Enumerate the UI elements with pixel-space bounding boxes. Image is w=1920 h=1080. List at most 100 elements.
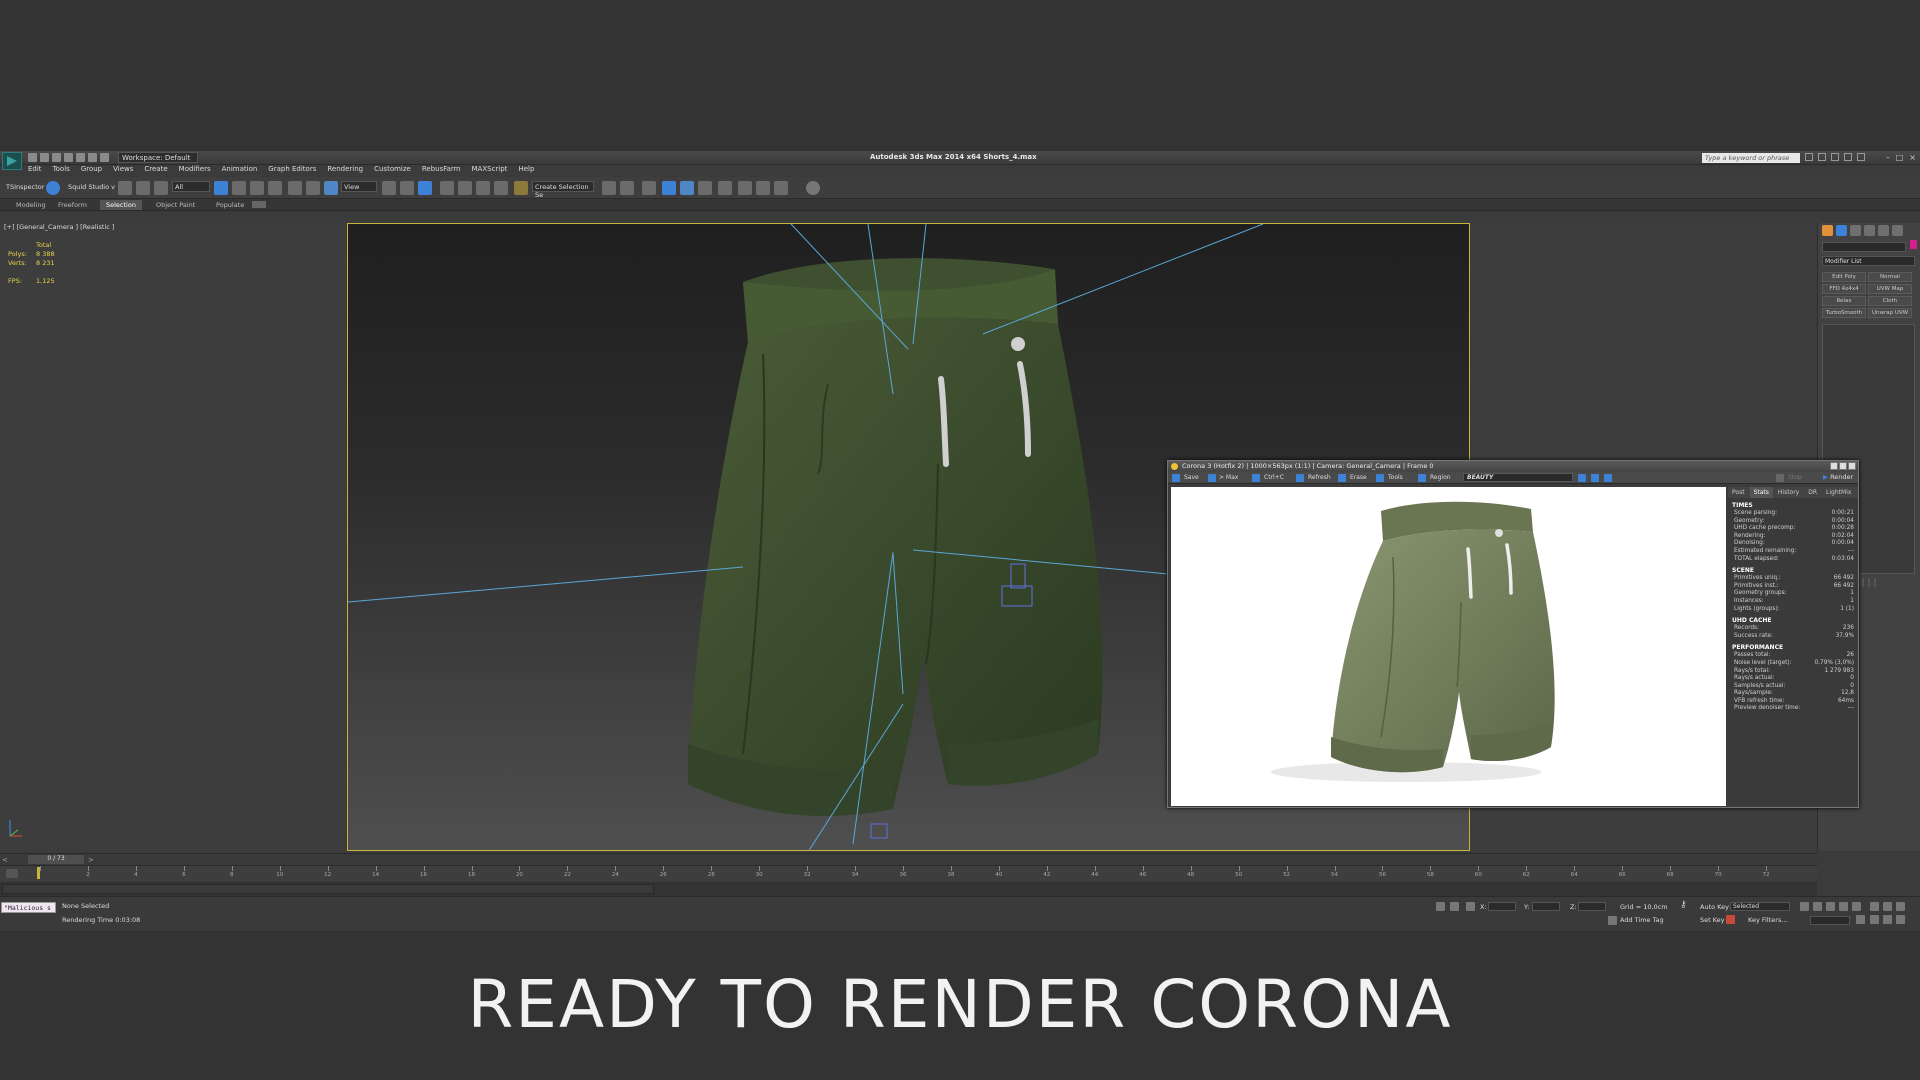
tab-stats[interactable]: Stats — [1749, 487, 1773, 498]
modifier-edit-poly-button[interactable]: Edit Poly — [1822, 272, 1866, 282]
minimize-button[interactable]: – — [1886, 153, 1890, 162]
project-folder-icon[interactable] — [100, 153, 109, 162]
menu-edit[interactable]: Edit — [28, 165, 42, 177]
curve-editor-icon[interactable] — [680, 181, 694, 195]
vfb-to-max-button[interactable]: > Max — [1219, 474, 1238, 481]
vfb-minimize-button[interactable] — [1830, 462, 1838, 470]
modifier-relax-button[interactable]: Relax — [1822, 296, 1866, 306]
add-time-tag-button[interactable]: Add Time Tag — [1620, 916, 1664, 924]
y-coord-field[interactable] — [1532, 902, 1560, 911]
refresh-icon[interactable] — [1296, 474, 1304, 482]
selection-lock-icon[interactable] — [1436, 902, 1445, 911]
render-teapot-icon[interactable] — [774, 181, 788, 195]
vfb-save-button[interactable]: Save — [1184, 474, 1199, 481]
erase-icon[interactable] — [1338, 474, 1346, 482]
redo-icon[interactable] — [76, 153, 85, 162]
rendered-frame-window-icon[interactable] — [756, 181, 770, 195]
object-color-swatch[interactable] — [1910, 240, 1917, 249]
pivot-center-icon[interactable] — [382, 181, 396, 195]
current-frame-field[interactable] — [1810, 916, 1850, 925]
play-icon[interactable] — [1826, 902, 1835, 911]
vfb-region-button[interactable]: Region — [1430, 474, 1451, 481]
zoom-in-icon[interactable] — [1578, 474, 1586, 482]
zoom-fit-icon[interactable] — [1604, 474, 1612, 482]
maxscript-listener[interactable]: "Malicious s — [1, 902, 56, 913]
modifier-ffd-button[interactable]: FFD 4x4x4 — [1822, 284, 1866, 294]
squid-studio-label[interactable]: Squid Studio v — [68, 183, 115, 191]
menu-modifiers[interactable]: Modifiers — [179, 165, 211, 177]
communication-icon[interactable] — [1831, 153, 1839, 161]
absolute-mode-icon[interactable] — [1466, 902, 1475, 911]
vfb-copy-button[interactable]: Ctrl+C — [1264, 474, 1284, 481]
hierarchy-tab-icon[interactable] — [1850, 225, 1861, 236]
next-frame-icon[interactable] — [1839, 902, 1848, 911]
mini-curve-editor-icon[interactable] — [6, 869, 18, 878]
slider-next-icon[interactable]: > — [88, 856, 94, 864]
plugin-globe-icon[interactable] — [46, 181, 60, 195]
pin-stack-icon[interactable] — [1862, 578, 1864, 587]
menu-tools[interactable]: Tools — [53, 165, 70, 177]
edit-named-selection-icon[interactable] — [514, 181, 528, 195]
viewport-label[interactable]: [+] [General_Camera ] [Realistic ] — [4, 223, 114, 231]
tab-object-paint[interactable]: Object Paint — [150, 200, 201, 210]
scale-icon[interactable] — [324, 181, 338, 195]
unlink-icon[interactable] — [136, 181, 150, 195]
slider-prev-icon[interactable]: < — [2, 856, 8, 864]
isolate-icon[interactable] — [1450, 902, 1459, 911]
tab-modeling[interactable]: Modeling — [10, 200, 52, 210]
save-file-icon[interactable] — [52, 153, 61, 162]
tab-lightmix[interactable]: LightMix — [1822, 487, 1855, 498]
window-crossing-icon[interactable] — [268, 181, 282, 195]
vfb-title-bar[interactable]: Corona 3 (Hotfix 2) | 1000×563px (1:1) |… — [1168, 461, 1858, 472]
zoom-out-icon[interactable] — [1591, 474, 1599, 482]
auto-key-button[interactable]: Auto Key — [1700, 903, 1729, 911]
stop-icon[interactable] — [1776, 474, 1784, 482]
tab-dr[interactable]: DR — [1804, 487, 1821, 498]
key-mode-dropdown[interactable]: Selected — [1730, 902, 1790, 911]
time-tag-icon[interactable] — [1608, 916, 1617, 925]
align-icon[interactable] — [620, 181, 634, 195]
app-logo-icon[interactable] — [2, 152, 22, 170]
tools-icon[interactable] — [1376, 474, 1384, 482]
vfb-refresh-button[interactable]: Refresh — [1308, 474, 1331, 481]
undo-icon[interactable] — [64, 153, 73, 162]
vfb-tools-button[interactable]: Tools — [1388, 474, 1403, 481]
binoculars-icon[interactable] — [1805, 153, 1813, 161]
select-by-name-icon[interactable] — [232, 181, 246, 195]
render-channel-dropdown[interactable]: BEAUTY — [1463, 473, 1573, 482]
named-selection-dropdown[interactable]: Create Selection Se — [532, 181, 594, 199]
menu-graph-editors[interactable]: Graph Editors — [268, 165, 316, 177]
z-coord-field[interactable] — [1578, 902, 1606, 911]
vfb-maximize-button[interactable] — [1839, 462, 1847, 470]
vfb-erase-button[interactable]: Erase — [1350, 474, 1367, 481]
rectangular-selection-icon[interactable] — [250, 181, 264, 195]
time-slider[interactable]: < 0 / 73 > — [0, 853, 1817, 865]
tab-freeform[interactable]: Freeform — [52, 200, 93, 210]
rendered-image[interactable] — [1171, 487, 1726, 806]
vfb-stop-button[interactable]: Stop — [1788, 474, 1802, 481]
menu-help[interactable]: Help — [518, 165, 534, 177]
tsinspector-label[interactable]: TSInspector — [6, 183, 44, 191]
tab-post[interactable]: Post — [1728, 487, 1749, 498]
schematic-view-icon[interactable] — [698, 181, 712, 195]
mirror-icon[interactable] — [602, 181, 616, 195]
frame-indicator[interactable]: 0 / 73 — [28, 855, 84, 864]
tab-populate[interactable]: Populate — [210, 200, 250, 210]
utilities-tab-icon[interactable] — [1892, 225, 1903, 236]
keyboard-shortcut-override-icon[interactable] — [418, 181, 432, 195]
layer-manager-icon[interactable] — [642, 181, 656, 195]
spinner-snap-icon[interactable] — [494, 181, 508, 195]
move-icon[interactable] — [288, 181, 302, 195]
camera-gizmo-icon[interactable] — [870, 823, 888, 839]
tab-history[interactable]: History — [1774, 487, 1803, 498]
select-object-icon[interactable] — [214, 181, 228, 195]
maximize-button[interactable]: □ — [1896, 153, 1904, 162]
menu-rebusfarm[interactable]: RebusFarm — [422, 165, 461, 177]
set-key-button[interactable]: Set Key — [1700, 916, 1725, 924]
time-config-icon[interactable] — [1856, 915, 1865, 924]
snaps-toggle-icon[interactable] — [440, 181, 454, 195]
favorites-star-icon[interactable] — [1844, 153, 1852, 161]
graphite-ribbon-icon[interactable] — [662, 181, 676, 195]
x-coord-field[interactable] — [1488, 902, 1516, 911]
link-icon[interactable] — [118, 181, 132, 195]
